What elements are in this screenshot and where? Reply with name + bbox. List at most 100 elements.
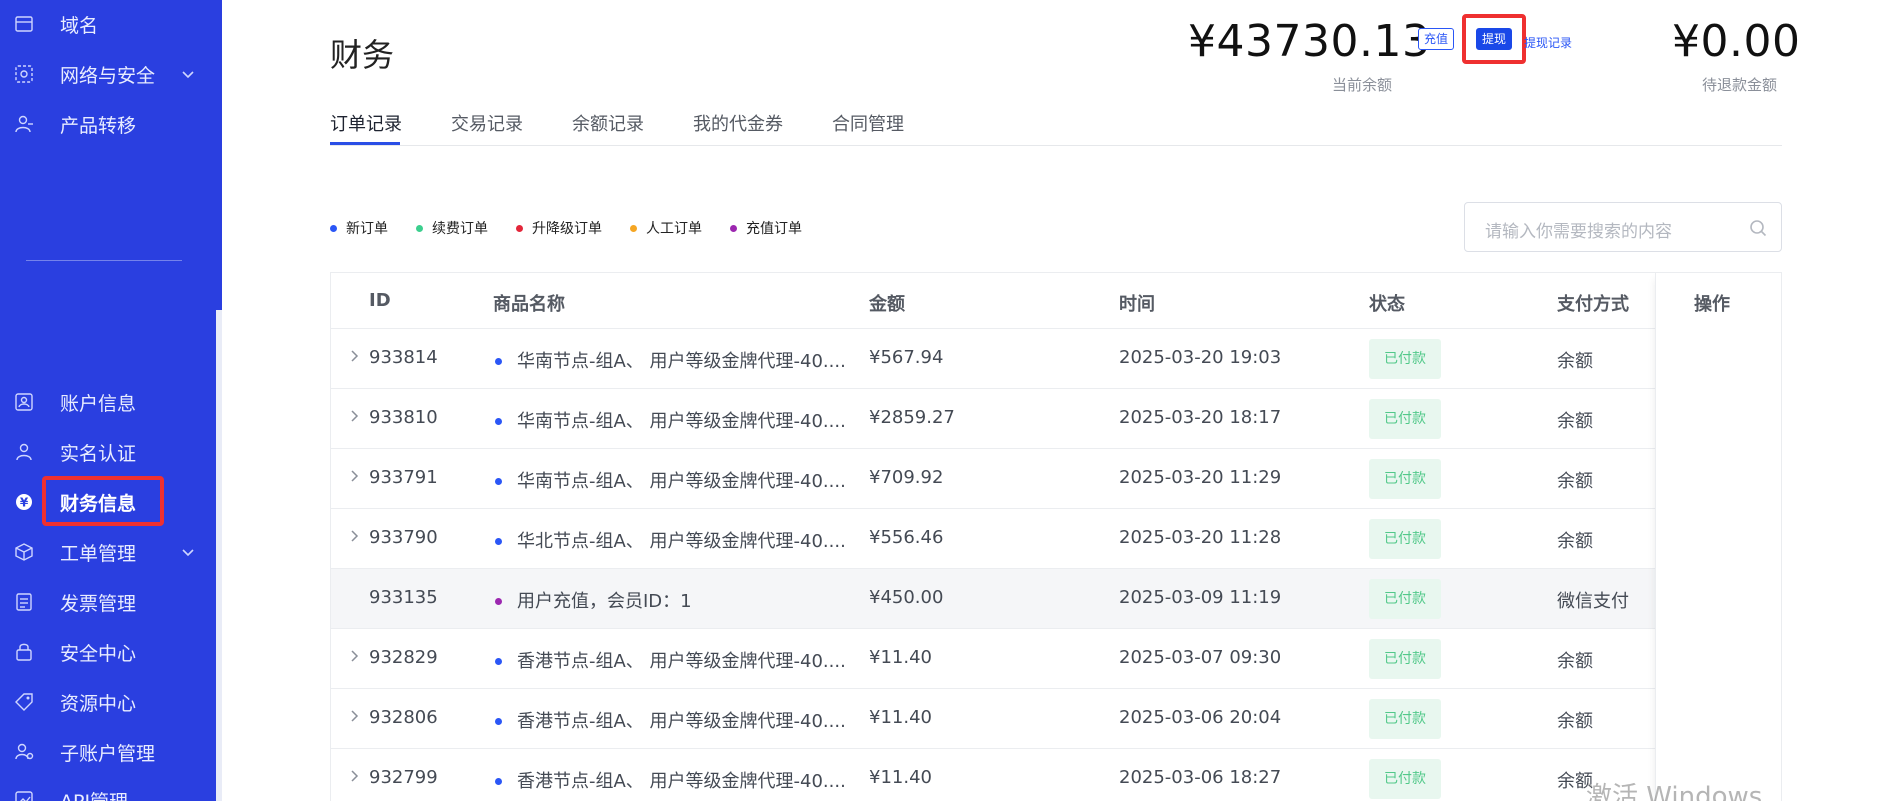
order-type-dot-icon — [495, 418, 502, 425]
finance-icon: ¥ — [14, 492, 34, 512]
sidebar-item-product-transfer[interactable]: 产品转移 — [0, 104, 216, 144]
table-row[interactable]: 933790 华北节点-组A、 用户等级金牌代理-40.... ¥556.46 202… — [331, 509, 1781, 569]
legend-label: 新订单 — [346, 221, 388, 237]
tab-order-records[interactable]: 订单记录 — [330, 110, 402, 136]
search-input[interactable]: 请输入你需要搜索的内容 — [1464, 202, 1782, 252]
domain-icon — [14, 14, 34, 34]
cell-product-name: 华南节点-组A、 用户等级金牌代理-40.... — [517, 411, 846, 432]
tab-my-vouchers[interactable]: 我的代金券 — [693, 110, 783, 136]
sidebar-item-label: 域名 — [60, 14, 99, 37]
legend-item: 充值订单 — [730, 218, 802, 238]
sidebar: 域名 网络与安全 产品转移 账户信息 实名认证 ¥ 财务信息 工单管理 发票管理… — [0, 0, 222, 801]
expand-chevron-icon[interactable] — [349, 529, 361, 543]
cell-product-name: 香港节点-组A、 用户等级金牌代理-40.... — [517, 711, 846, 732]
expand-chevron-icon[interactable] — [349, 709, 361, 723]
sidebar-item-resource-center[interactable]: 资源中心 — [0, 682, 216, 722]
cell-id: 933791 — [369, 467, 438, 488]
network-security-icon — [14, 64, 34, 84]
cell-amount: ¥556.46 — [869, 527, 944, 548]
status-badge: 已付款 — [1369, 399, 1441, 439]
table-row[interactable]: 933810 华南节点-组A、 用户等级金牌代理-40.... ¥2859.27 20… — [331, 389, 1781, 449]
sidebar-divider — [26, 260, 182, 261]
status-badge: 已付款 — [1369, 459, 1441, 499]
sidebar-item-label: 发票管理 — [60, 592, 137, 615]
chevron-down-icon[interactable] — [180, 544, 196, 560]
order-type-dot-icon — [495, 778, 502, 785]
cell-payment-method: 余额 — [1557, 531, 1593, 552]
legend-dot-icon — [516, 224, 523, 232]
withdraw-records-link[interactable]: 提现记录 — [1524, 34, 1572, 51]
sidebar-item-domain[interactable]: 域名 — [0, 4, 216, 44]
chevron-down-icon[interactable] — [180, 66, 196, 82]
cell-payment-method: 余额 — [1557, 351, 1593, 372]
account-icon — [14, 392, 34, 412]
sidebar-item-verify[interactable]: 实名认证 — [0, 432, 216, 472]
product-transfer-icon — [14, 114, 34, 134]
cell-time: 2025-03-09 11:19 — [1119, 587, 1282, 608]
sidebar-item-label: 实名认证 — [60, 442, 137, 465]
cell-time: 2025-03-20 11:29 — [1119, 467, 1282, 488]
sidebar-item-label: 产品转移 — [60, 114, 137, 137]
ticket-icon — [14, 542, 34, 562]
expand-chevron-icon[interactable] — [349, 469, 361, 483]
expand-chevron-icon[interactable] — [349, 349, 361, 363]
cell-time: 2025-03-20 18:17 — [1119, 407, 1282, 428]
cell-amount: ¥2859.27 — [869, 407, 955, 428]
legend-label: 充值订单 — [746, 221, 802, 237]
resource-center-icon — [14, 692, 34, 712]
table-row[interactable]: 932806 香港节点-组A、 用户等级金牌代理-40.... ¥11.40 2025… — [331, 689, 1781, 749]
legend-dot-icon — [416, 224, 423, 232]
tab-transaction-records[interactable]: 交易记录 — [451, 110, 523, 136]
cell-id: 932799 — [369, 767, 438, 788]
cell-amount: ¥11.40 — [869, 767, 932, 788]
sidebar-item-label: API管理 — [60, 787, 128, 801]
cell-payment-method: 微信支付 — [1557, 591, 1629, 612]
column-header-product-name: 商品名称 — [493, 294, 565, 315]
sidebar-item-sub-account[interactable]: 子账户管理 — [0, 732, 216, 772]
search-icon[interactable] — [1749, 219, 1767, 237]
sidebar-item-invoice[interactable]: 发票管理 — [0, 582, 216, 622]
sidebar-item-label: 网络与安全 — [60, 64, 156, 87]
sidebar-item-label: 工单管理 — [60, 542, 137, 565]
table-row[interactable]: 932829 香港节点-组A、 用户等级金牌代理-40.... ¥11.40 2025… — [331, 629, 1781, 689]
cell-amount: ¥450.00 — [869, 587, 944, 608]
app-root: 域名 网络与安全 产品转移 账户信息 实名认证 ¥ 财务信息 工单管理 发票管理… — [0, 0, 1878, 801]
cell-time: 2025-03-07 09:30 — [1119, 647, 1282, 668]
expand-chevron-icon[interactable] — [349, 409, 361, 423]
expand-chevron-icon[interactable] — [349, 769, 361, 783]
legend-label: 升降级订单 — [532, 221, 602, 237]
order-type-dot-icon — [495, 478, 502, 485]
sidebar-item-network-security[interactable]: 网络与安全 — [0, 54, 216, 94]
table-row[interactable]: 933791 华南节点-组A、 用户等级金牌代理-40.... ¥709.92 202… — [331, 449, 1781, 509]
cell-product-name: 华南节点-组A、 用户等级金牌代理-40.... — [517, 471, 846, 492]
tab-contract-management[interactable]: 合同管理 — [832, 110, 904, 136]
status-badge: 已付款 — [1369, 639, 1441, 679]
legend-item: 新订单 — [330, 218, 388, 238]
cell-id: 933135 — [369, 587, 438, 608]
sidebar-item-account[interactable]: 账户信息 — [0, 382, 216, 422]
finance-highlight-box — [42, 476, 164, 526]
expand-chevron-icon[interactable] — [349, 649, 361, 663]
order-type-legend: 新订单 续费订单 升降级订单 人工订单 充值订单 — [330, 218, 830, 238]
table-row[interactable]: 933135 用户充值，会员ID：1 ¥450.00 2025-03-09 11:19… — [331, 569, 1781, 629]
recharge-button[interactable]: 充值 — [1418, 28, 1455, 50]
legend-dot-icon — [630, 224, 637, 232]
table-header: ID 商品名称 金额 时间 状态 支付方式 — [331, 273, 1781, 329]
order-type-dot-icon — [495, 358, 502, 365]
table-row[interactable]: 932799 香港节点-组A、 用户等级金牌代理-40.... ¥11.40 2025… — [331, 749, 1781, 801]
sidebar-item-ticket[interactable]: 工单管理 — [0, 532, 216, 572]
legend-label: 人工订单 — [646, 221, 702, 237]
order-type-dot-icon — [495, 658, 502, 665]
finance-tabs: 订单记录 交易记录 余额记录 我的代金券 合同管理 — [330, 106, 1782, 146]
table-row[interactable]: 933814 华南节点-组A、 用户等级金牌代理-40.... ¥567.94 202… — [331, 329, 1781, 389]
order-type-dot-icon — [495, 538, 502, 545]
sidebar-item-api[interactable]: API管理 — [0, 780, 216, 801]
sub-account-icon — [14, 742, 34, 762]
column-header-payment-method: 支付方式 — [1557, 294, 1629, 315]
status-badge: 已付款 — [1369, 759, 1441, 799]
sidebar-item-security-center[interactable]: 安全中心 — [0, 632, 216, 672]
legend-item: 升降级订单 — [516, 218, 602, 238]
tab-balance-records[interactable]: 余额记录 — [572, 110, 644, 136]
svg-text:¥: ¥ — [20, 496, 29, 510]
sidebar-item-label: 安全中心 — [60, 642, 137, 665]
